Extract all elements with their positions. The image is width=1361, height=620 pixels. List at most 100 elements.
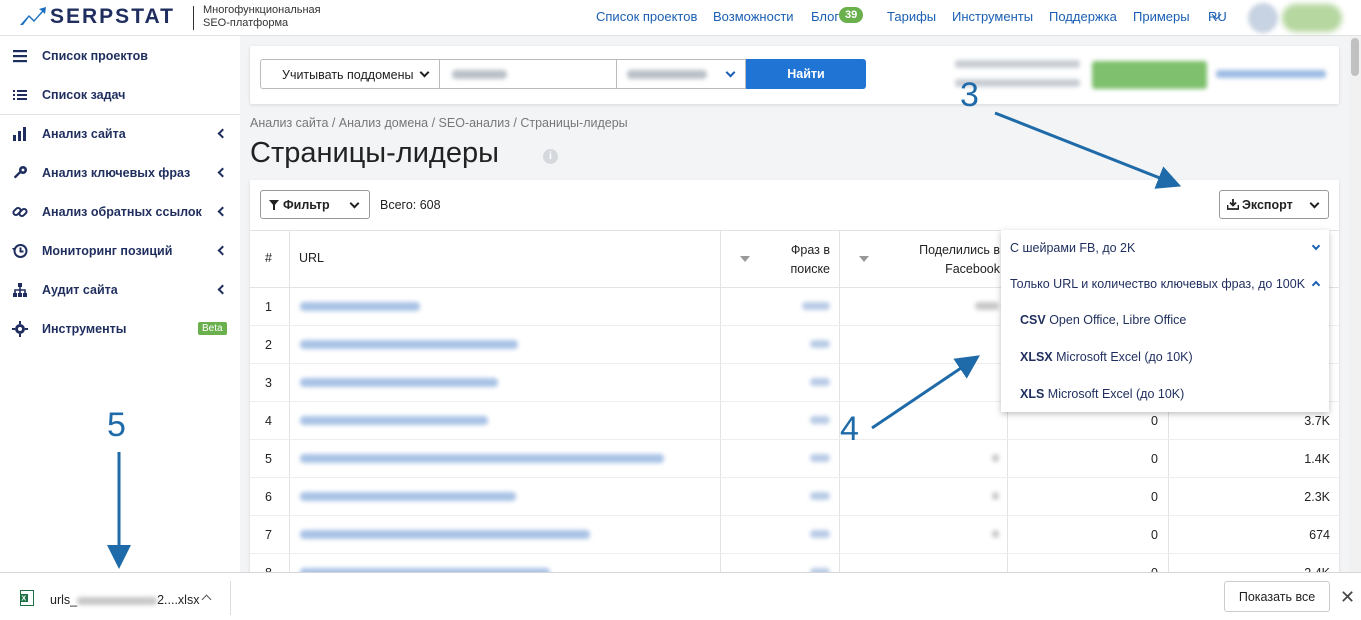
export-option-csv[interactable]: CSV Open Office, Libre Office [1020,313,1348,327]
export-button[interactable]: Экспорт [1219,190,1329,219]
row-url-link[interactable] [300,530,590,539]
row-number: 7 [265,528,272,542]
sidebar-item-label: Анализ сайта [42,126,126,141]
nav-pricing[interactable]: Тарифы [887,9,936,24]
database-select[interactable] [617,59,746,89]
subdomains-select[interactable]: Учитывать поддомены [260,59,440,89]
domain-input[interactable] [440,59,617,89]
row-url-link[interactable] [300,416,488,425]
find-button[interactable]: Найти [746,59,866,89]
nav-tools[interactable]: Инструменты [952,9,1033,24]
file-name-blurred [77,596,158,605]
export-section-fb-shares-label: С шейрами FB, до 2K [1010,241,1136,255]
row-number: 3 [265,376,272,390]
nav-examples[interactable]: Примеры [1133,9,1190,24]
scrollbar-thumb[interactable] [1351,38,1359,76]
row-url-link[interactable] [300,492,516,501]
row-phrases-value[interactable] [810,378,830,386]
sidebar-item-label: Инструменты [42,321,127,336]
sidebar-item-site-analysis[interactable]: Анализ сайта [0,114,240,153]
row-phrases-value[interactable] [810,530,830,538]
database-select-value [627,70,707,79]
beta-badge: Beta [198,322,227,335]
page-scrollbar[interactable] [1349,36,1361,576]
task-list-icon [13,89,27,100]
page-title: Страницы-лидеры [250,137,499,169]
sidebar-item-tasks[interactable]: Список задач [0,75,240,114]
export-section-url-keywords[interactable]: Только URL и количество ключевых фраз, д… [1010,277,1338,291]
nav-projects[interactable]: Список проектов [596,9,697,24]
logo-text: SERPSTAT [50,5,175,28]
top-bar: SERPSTAT Многофункциональная SEO-платфор… [0,0,1361,36]
row-url-link[interactable] [300,340,518,349]
sidebar-item-keyword-analysis[interactable]: Анализ ключевых фраз [0,153,240,192]
domain-input-value [452,70,507,79]
chevron-left-icon [217,206,228,217]
sort-icon[interactable] [740,256,750,262]
downloaded-file-name[interactable]: urls_ 2....xlsx [50,593,199,607]
nav-features[interactable]: Возможности [713,9,794,24]
row-col3-value: 0 [1151,414,1158,428]
sidebar-item-projects[interactable]: Список проектов [0,36,240,75]
sidebar-item-site-audit[interactable]: Аудит сайта [0,270,240,309]
serpstat-logo[interactable]: SERPSTAT [20,5,175,29]
chevron-left-icon [217,167,228,178]
sidebar-item-tools[interactable]: Инструменты Beta [0,309,240,348]
export-option-csv-format: CSV [1020,313,1046,327]
row-facebook-value [992,492,999,500]
export-option-csv-desc: Open Office, Libre Office [1049,313,1187,327]
nav-support[interactable]: Поддержка [1049,9,1117,24]
chevron-down-icon [725,67,736,78]
table-row[interactable]: 6 0 2.3K [250,478,1339,516]
chevron-down-icon [349,198,360,209]
sidebar-item-rank-tracking[interactable]: Мониторинг позиций [0,231,240,270]
promo-button[interactable] [1092,61,1207,89]
row-url-link[interactable] [300,302,420,311]
user-account-button[interactable] [1282,4,1342,32]
close-icon[interactable]: ✕ [1340,587,1355,608]
chevron-left-icon [217,245,228,256]
row-number: 2 [265,338,272,352]
info-icon[interactable]: i [543,149,558,164]
blog-count-badge[interactable]: 39 [839,7,864,23]
total-count: Всего: 608 [380,198,441,212]
sidebar-item-backlinks[interactable]: Анализ обратных ссылок [0,192,240,231]
row-number: 1 [265,300,272,314]
row-phrases-value[interactable] [810,492,830,500]
chevron-up-icon[interactable] [201,594,212,605]
table-row[interactable]: 5 0 1.4K [250,440,1339,478]
breadcrumb[interactable]: Анализ сайта / Анализ домена / SEO-анали… [250,116,628,130]
sort-icon[interactable] [859,256,869,262]
export-option-xls-format: XLS [1020,387,1045,401]
row-col3-value: 0 [1151,528,1158,542]
export-option-xls[interactable]: XLS Microsoft Excel (до 10K) [1020,387,1348,401]
annotation-number-4: 4 [840,410,859,448]
row-phrases-value[interactable] [810,340,830,348]
show-all-downloads-button[interactable]: Показать все [1224,581,1330,612]
promo-text [955,60,1080,68]
user-avatar[interactable] [1248,3,1278,33]
col-header-facebook-line2: Facebook [945,262,1000,276]
browser-download-bar: X urls_ 2....xlsx Показать все ✕ [0,572,1361,620]
row-url-link[interactable] [300,454,664,463]
row-url-link[interactable] [300,378,498,387]
export-option-xls-desc: Microsoft Excel (до 10K) [1047,387,1185,401]
row-phrases-value[interactable] [810,454,830,462]
promo-link[interactable] [1216,70,1326,78]
row-phrases-value[interactable] [802,302,830,310]
export-button-label: Экспорт [1242,198,1293,212]
table-row[interactable]: 7 0 674 [250,516,1339,554]
nav-blog[interactable]: Блог [811,9,839,24]
chevron-left-icon [217,128,228,139]
col-header-phrases-line1: Фраз в [790,243,830,257]
language-switcher[interactable]: RU [1208,9,1227,24]
row-facebook-value [992,530,999,538]
row-phrases-value[interactable] [810,416,830,424]
export-option-xlsx-desc: Microsoft Excel (до 10K) [1056,350,1193,364]
tagline-line2: SEO-платформа [203,17,289,29]
sidebar-item-label: Аудит сайта [42,282,118,297]
export-section-fb-shares[interactable]: С шейрами FB, до 2K [1010,241,1338,255]
export-option-xlsx[interactable]: XLSX Microsoft Excel (до 10K) [1020,350,1348,364]
filter-button[interactable]: Фильтр [260,190,370,219]
row-col4-value: 1.4K [1304,452,1330,466]
